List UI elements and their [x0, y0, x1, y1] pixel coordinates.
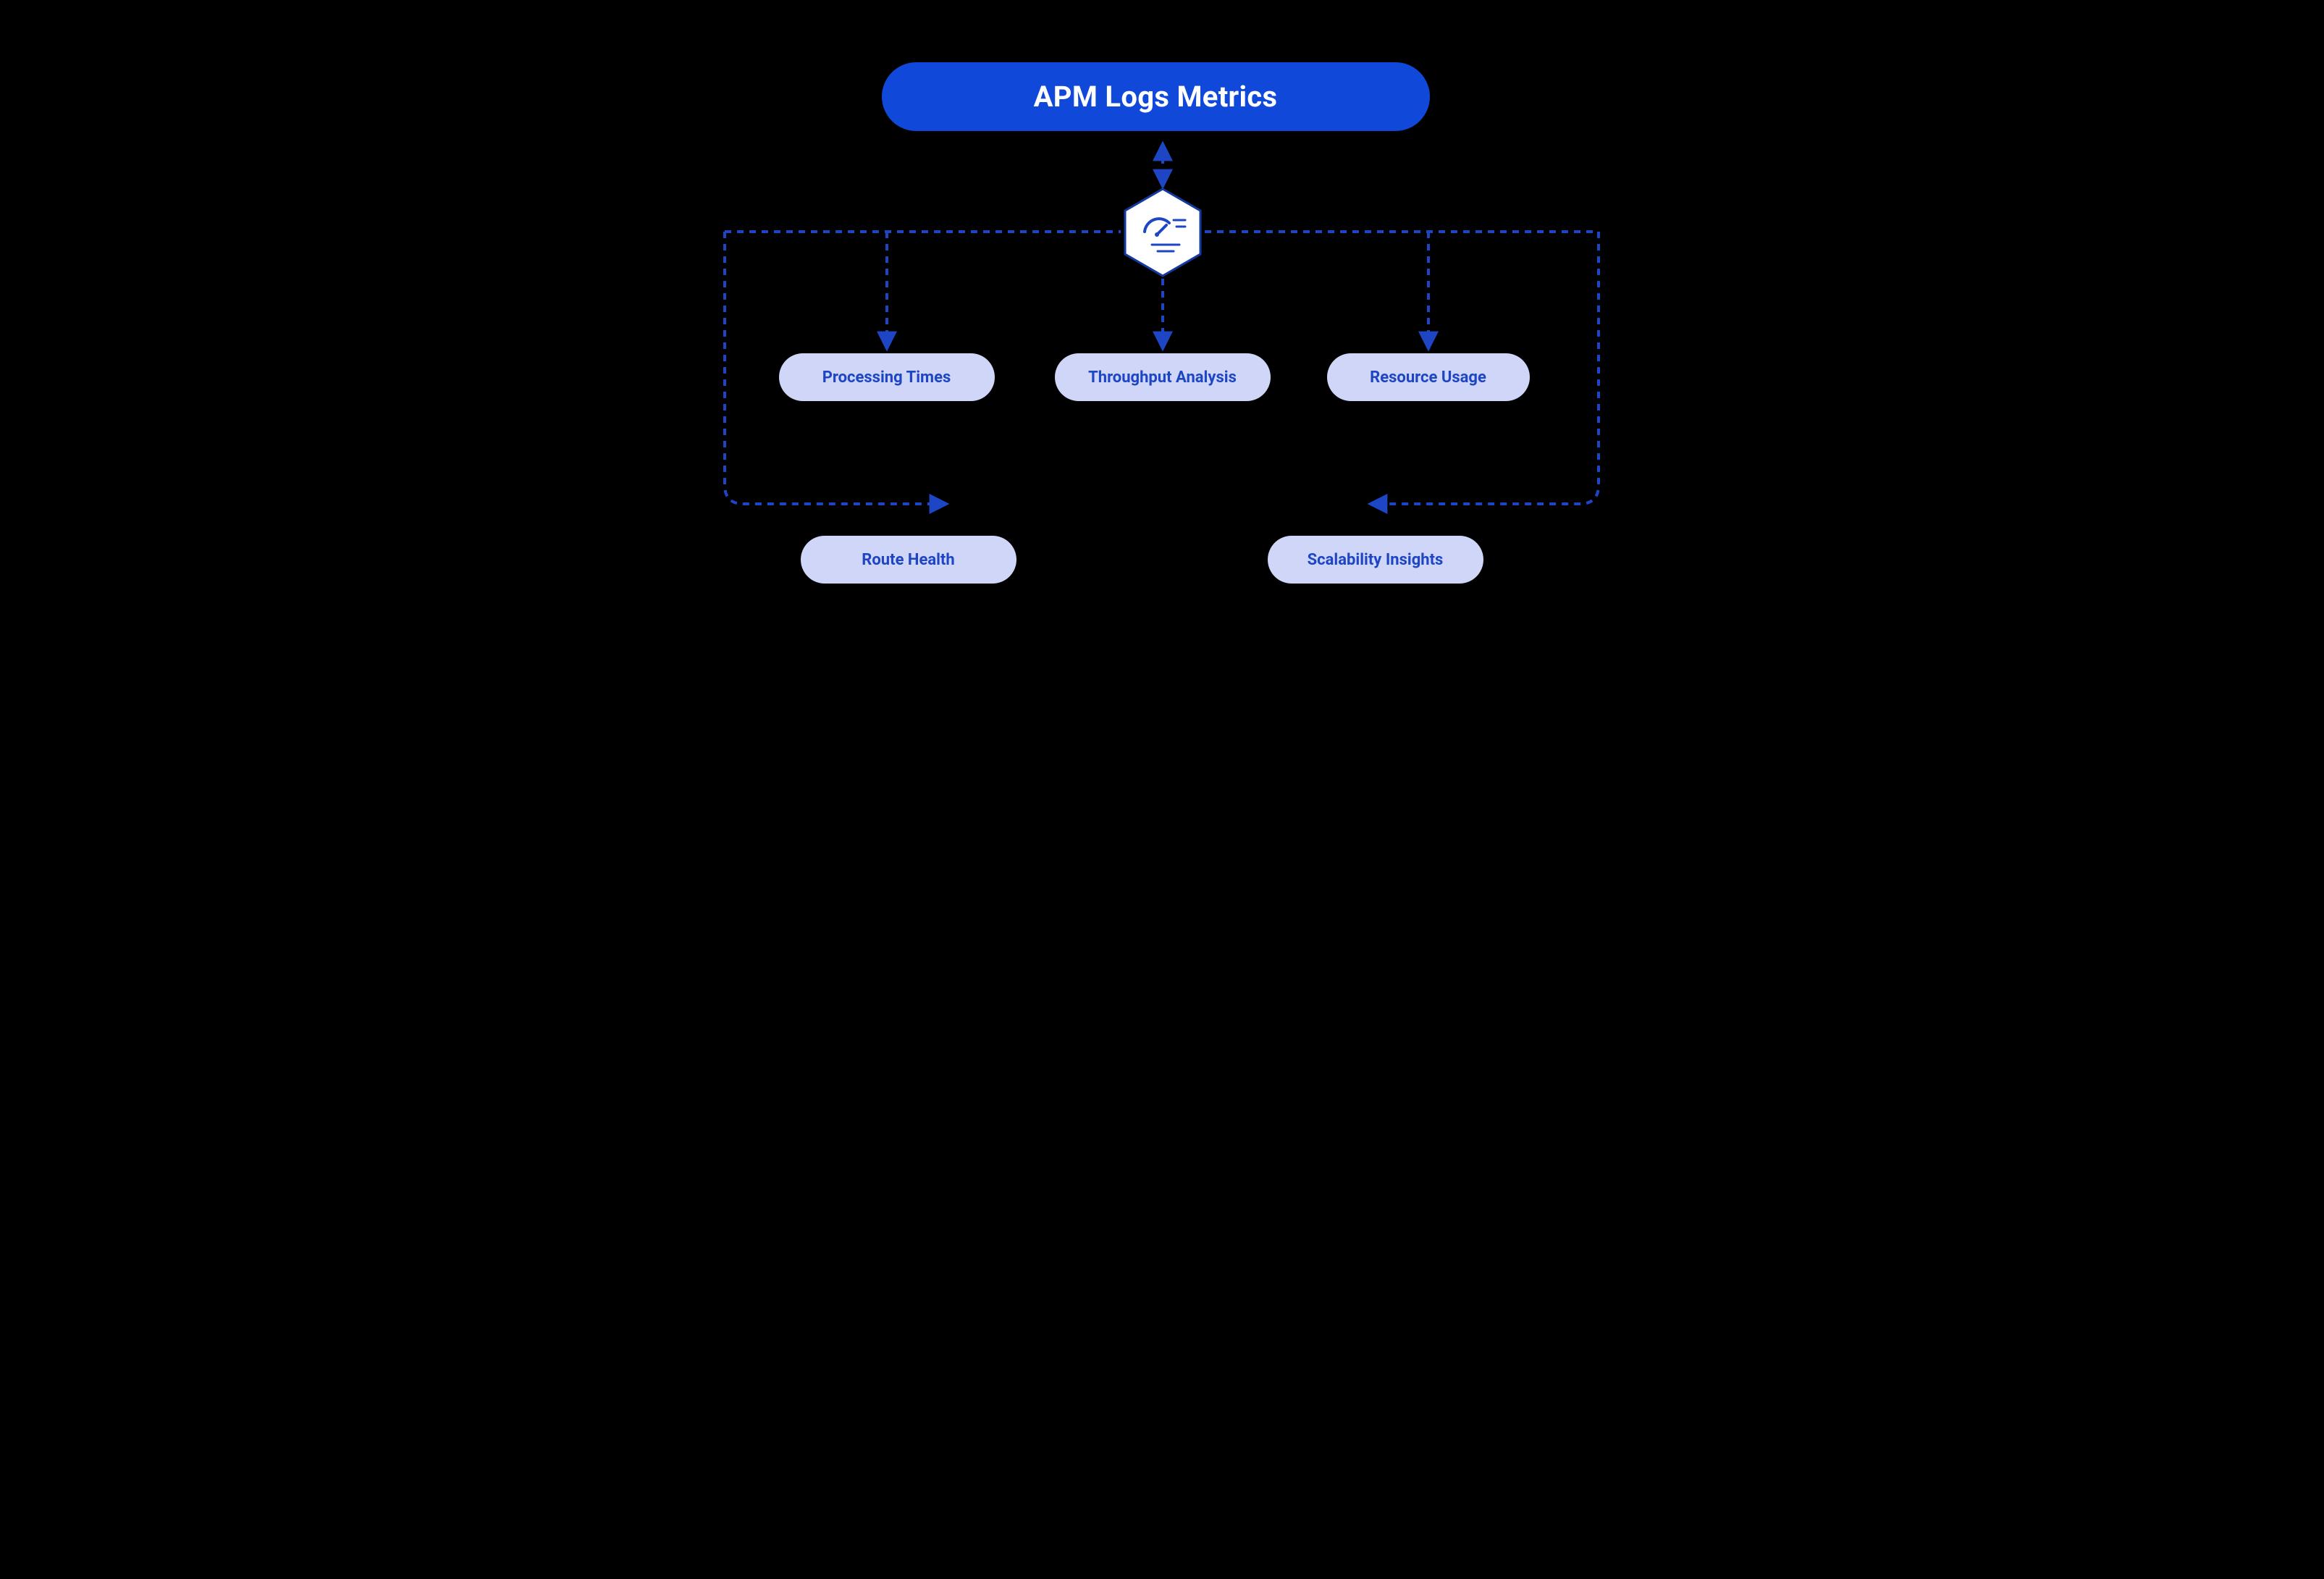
node-throughput-analysis: Throughput Analysis — [1055, 353, 1271, 401]
diagram-title: APM Logs Metrics — [882, 62, 1430, 131]
diagram-title-text: APM Logs Metrics — [1034, 80, 1278, 114]
node-label: Route Health — [862, 551, 954, 569]
gauge-icon — [1123, 187, 1203, 278]
node-label: Processing Times — [822, 369, 951, 387]
node-processing-times: Processing Times — [779, 353, 995, 401]
node-route-health: Route Health — [801, 536, 1016, 584]
node-scalability-insights: Scalability Insights — [1268, 536, 1483, 584]
node-resource-usage: Resource Usage — [1327, 353, 1530, 401]
diagram-canvas: APM Logs Metrics Processing Times Throug… — [685, 0, 1640, 649]
hub-hexagon — [1123, 187, 1203, 278]
node-label: Scalability Insights — [1308, 551, 1444, 569]
node-label: Throughput Analysis — [1088, 369, 1237, 387]
node-label: Resource Usage — [1370, 369, 1486, 387]
